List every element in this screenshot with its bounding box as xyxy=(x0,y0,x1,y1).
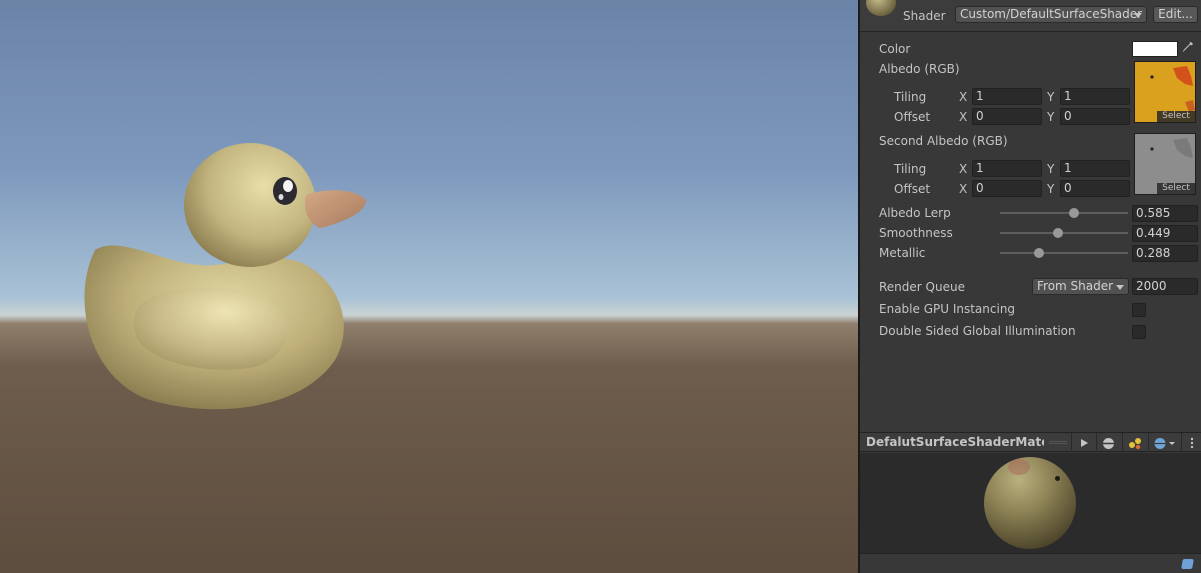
color-swatch[interactable] xyxy=(1132,41,1178,57)
albedo-offset-label: Offset xyxy=(894,110,931,124)
albedo-lerp-label: Albedo Lerp xyxy=(879,206,951,220)
resize-grip[interactable] xyxy=(1049,441,1067,444)
gpu-instancing-checkbox[interactable] xyxy=(1132,303,1146,317)
render-queue-dropdown-value: From Shader xyxy=(1037,279,1114,293)
double-sided-gi-label: Double Sided Global Illumination xyxy=(879,324,1076,338)
material-preview[interactable] xyxy=(860,453,1201,553)
albedo-offset-x-label: X xyxy=(959,110,968,124)
albedo-lerp-field[interactable]: 0.585 xyxy=(1132,205,1198,222)
second-albedo-offset-y-label: Y xyxy=(1047,182,1055,196)
smoothness-slider[interactable] xyxy=(1000,232,1128,234)
smoothness-field[interactable]: 0.449 xyxy=(1132,225,1198,242)
albedo-tiling-y-field[interactable]: 1 xyxy=(1060,88,1130,105)
albedo-tiling-x-label: X xyxy=(959,90,968,104)
albedo-select-button[interactable]: Select xyxy=(1157,111,1195,122)
albedo-lerp-slider[interactable] xyxy=(1000,212,1128,214)
second-albedo-offset-x-label: X xyxy=(959,182,968,196)
sky-icon[interactable] xyxy=(1148,433,1180,452)
albedo-offset-y-label: Y xyxy=(1047,110,1055,124)
double-sided-gi-checkbox[interactable] xyxy=(1132,325,1146,339)
second-albedo-texture-slot[interactable]: Select xyxy=(1134,133,1196,195)
metallic-label: Metallic xyxy=(879,246,926,260)
metallic-field[interactable]: 0.288 xyxy=(1132,245,1198,262)
shader-label: Shader xyxy=(903,9,946,23)
lights-icon[interactable] xyxy=(1122,433,1146,452)
metallic-thumb[interactable] xyxy=(1034,248,1044,258)
chevron-down-icon xyxy=(1116,285,1124,290)
color-label: Color xyxy=(879,42,911,56)
duck-model xyxy=(84,143,366,410)
shader-dropdown-value: Custom/DefaultSurfaceShader xyxy=(960,7,1143,21)
shader-header: Shader Custom/DefaultSurfaceShader Edit.… xyxy=(860,0,1201,32)
gpu-instancing-label: Enable GPU Instancing xyxy=(879,302,1016,316)
albedo-offset-y-field[interactable]: 0 xyxy=(1060,108,1130,125)
material-thumbnail xyxy=(866,0,896,16)
albedo-tiling-y-label: Y xyxy=(1047,90,1055,104)
smoothness-label: Smoothness xyxy=(879,226,953,240)
eyedropper-icon[interactable] xyxy=(1182,41,1196,57)
scene-view[interactable] xyxy=(0,0,858,573)
more-icon[interactable] xyxy=(1181,433,1201,452)
chevron-down-icon xyxy=(1134,13,1142,18)
second-albedo-offset-x-field[interactable]: 0 xyxy=(972,180,1042,197)
albedo-label: Albedo (RGB) xyxy=(879,62,960,76)
preview-sphere-dot xyxy=(1055,476,1060,481)
second-albedo-tiling-y-field[interactable]: 1 xyxy=(1060,160,1130,177)
albedo-texture-slot[interactable]: Select xyxy=(1134,61,1196,123)
metallic-slider[interactable] xyxy=(1000,252,1128,254)
shader-dropdown[interactable]: Custom/DefaultSurfaceShader xyxy=(955,6,1147,23)
albedo-offset-x-field[interactable]: 0 xyxy=(972,108,1042,125)
tag-icon[interactable] xyxy=(1181,559,1194,569)
preview-toolbar: DefalutSurfaceShaderMateria xyxy=(860,432,1201,452)
smoothness-thumb[interactable] xyxy=(1053,228,1063,238)
preview-title: DefalutSurfaceShaderMateria xyxy=(866,435,1044,449)
albedo-tiling-label: Tiling xyxy=(894,90,927,104)
second-albedo-offset-y-field[interactable]: 0 xyxy=(1060,180,1130,197)
render-queue-field[interactable]: 2000 xyxy=(1132,278,1198,295)
second-albedo-label: Second Albedo (RGB) xyxy=(879,134,1008,148)
render-queue-dropdown[interactable]: From Shader xyxy=(1032,278,1129,295)
second-albedo-select-button[interactable]: Select xyxy=(1157,183,1195,194)
preview-sphere xyxy=(984,457,1076,549)
second-albedo-tiling-x-label: X xyxy=(959,162,968,176)
preview-sphere-highlight xyxy=(1008,459,1030,475)
material-inspector: Shader Custom/DefaultSurfaceShader Edit.… xyxy=(860,0,1201,573)
inspector-footer xyxy=(860,553,1201,573)
play-icon[interactable] xyxy=(1071,433,1095,452)
render-queue-label: Render Queue xyxy=(879,280,965,294)
second-albedo-tiling-label: Tiling xyxy=(894,162,927,176)
edit-shader-button[interactable]: Edit... xyxy=(1153,6,1198,23)
albedo-lerp-thumb[interactable] xyxy=(1069,208,1079,218)
second-albedo-tiling-y-label: Y xyxy=(1047,162,1055,176)
second-albedo-offset-label: Offset xyxy=(894,182,931,196)
second-albedo-tiling-x-field[interactable]: 1 xyxy=(972,160,1042,177)
albedo-tiling-x-field[interactable]: 1 xyxy=(972,88,1042,105)
sphere-icon[interactable] xyxy=(1096,433,1120,452)
